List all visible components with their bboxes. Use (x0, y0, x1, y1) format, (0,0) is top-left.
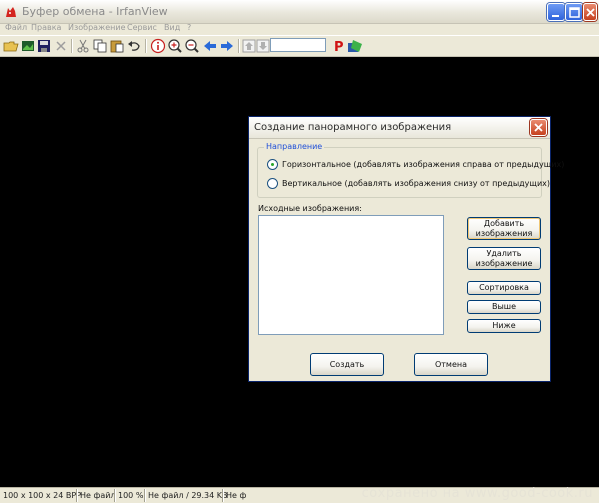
status-filesize: Не файл / 29.34 KB (148, 491, 228, 500)
status-file-truncated: Не ф (226, 491, 247, 500)
dialog-title: Создание панорамного изображения (254, 122, 452, 133)
toolbar: P (0, 35, 599, 57)
menu-view[interactable]: Вид (164, 23, 180, 32)
cut-icon (77, 39, 89, 53)
irfanview-cat-icon (6, 7, 16, 17)
zoom-in-icon (168, 39, 182, 53)
add-images-button[interactable]: Добавить изображения (467, 217, 541, 240)
radio-horizontal[interactable] (267, 159, 278, 170)
info-button[interactable] (150, 38, 166, 54)
paint-icon: P (334, 40, 344, 54)
maximize-button[interactable] (565, 3, 583, 21)
paste-button[interactable] (109, 38, 125, 54)
options-button[interactable] (347, 38, 363, 54)
source-images-label: Исходные изображения: (258, 204, 362, 213)
sort-button[interactable]: Сортировка (467, 281, 541, 295)
status-zoom: 100 % (118, 491, 144, 500)
down-icon (256, 39, 270, 53)
close-button[interactable] (583, 3, 597, 21)
open-folder-icon (3, 41, 19, 52)
radio-horizontal-label[interactable]: Горизонтальное (добавлять изображения сп… (282, 160, 564, 169)
zoom-out-button[interactable] (184, 38, 200, 54)
zoom-out-icon (185, 39, 199, 53)
delete-icon (56, 41, 66, 51)
remove-image-button[interactable]: Удалить изображение (467, 247, 541, 270)
radio-vertical[interactable] (267, 178, 278, 189)
minimize-button[interactable] (547, 3, 565, 21)
paint-button[interactable]: P (331, 38, 347, 54)
save-button[interactable] (36, 38, 52, 54)
copy-icon (93, 39, 107, 53)
undo-button[interactable] (126, 38, 142, 54)
status-file: Не файл (80, 491, 116, 500)
options-icon (348, 40, 362, 52)
source-images-list[interactable] (258, 215, 444, 335)
status-separator (144, 489, 146, 502)
toolbar-separator (145, 39, 147, 53)
radio-vertical-label[interactable]: Вертикальное (добавлять изображения сниз… (282, 179, 550, 188)
direction-group-label: Направление (264, 142, 325, 151)
toolbar-separator (238, 39, 240, 53)
status-separator (76, 489, 78, 502)
toolbar-separator (71, 39, 73, 53)
paste-icon (110, 40, 124, 53)
move-up-button[interactable]: Выше (467, 300, 541, 314)
dialog-close-button[interactable] (530, 119, 547, 136)
save-icon (38, 40, 50, 52)
open-button[interactable] (3, 38, 19, 54)
dialog-titlebar: Создание панорамного изображения (249, 117, 550, 139)
slideshow-button[interactable] (20, 38, 36, 54)
next-button[interactable] (219, 38, 235, 54)
create-button[interactable]: Создать (310, 353, 384, 376)
svg-text:P: P (334, 40, 344, 54)
cancel-button[interactable]: Отмена (414, 353, 488, 376)
menu-options[interactable]: Сервис (127, 23, 157, 32)
panorama-dialog: Создание панорамного изображения Направл… (248, 116, 564, 382)
cut-button[interactable] (75, 38, 91, 54)
menu-file[interactable]: Файл (5, 23, 27, 32)
slideshow-icon (22, 41, 34, 51)
zoom-in-button[interactable] (167, 38, 183, 54)
menu-help[interactable]: ? (187, 23, 191, 32)
close-icon (534, 123, 543, 132)
next-arrow-icon (221, 41, 233, 51)
previous-button[interactable] (202, 38, 218, 54)
statusbar: 100 x 100 x 24 BPP Не файл 100 % Не файл… (0, 486, 599, 503)
info-icon (150, 38, 166, 54)
previous-arrow-icon (204, 41, 216, 51)
down-button[interactable] (255, 38, 271, 54)
delete-button[interactable] (53, 38, 69, 54)
watermark: сохранено на www.good-cook.ru (361, 486, 593, 501)
undo-icon (128, 41, 140, 51)
page-input[interactable] (270, 38, 326, 52)
menubar: Файл Правка Изображение Сервис Вид ? (0, 20, 599, 35)
move-down-button[interactable]: Ниже (467, 319, 541, 333)
status-separator (114, 489, 116, 502)
menu-image[interactable]: Изображение (68, 23, 126, 32)
direction-groupbox: Направление Горизонтальное (добавлять из… (257, 142, 564, 198)
menu-edit[interactable]: Правка (31, 23, 61, 32)
copy-button[interactable] (92, 38, 108, 54)
window-title: Буфер обмена - IrfanView (22, 5, 168, 18)
status-separator (222, 489, 224, 502)
status-dimensions: 100 x 100 x 24 BPP (3, 491, 82, 500)
